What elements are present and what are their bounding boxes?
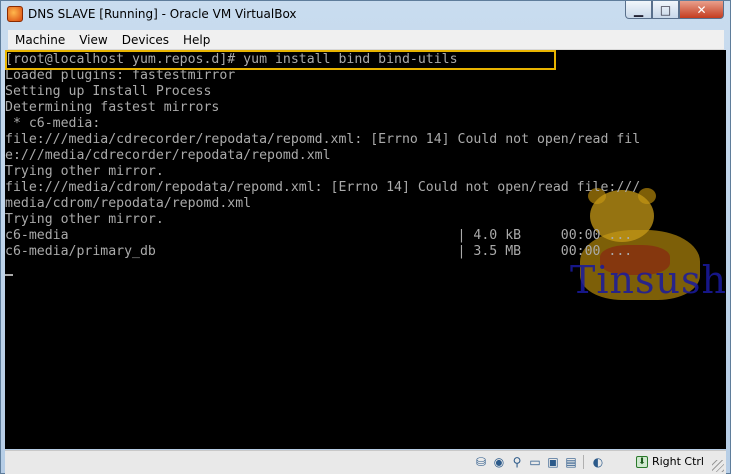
bear-ear-shape bbox=[638, 188, 656, 204]
console-line: media/cdrom/repodata/repomd.xml bbox=[5, 196, 252, 211]
console-line: Determining fastest mirrors bbox=[5, 100, 220, 115]
close-button[interactable]: ✕ bbox=[679, 1, 724, 19]
console-line: c6-media/primary_db | 3.5 MB 00:00 ... bbox=[5, 244, 633, 259]
virtualbox-icon bbox=[7, 6, 23, 22]
console-line: Trying other mirror. bbox=[5, 212, 164, 227]
menu-bar: Machine View Devices Help bbox=[8, 30, 724, 50]
console-line-command: [root@localhost yum.repos.d]# yum instal… bbox=[5, 52, 458, 67]
vm-console-screen[interactable]: Tinsush [root@localhost yum.repos.d]# yu… bbox=[5, 50, 726, 449]
window-controls: ▁ □ ✕ bbox=[625, 1, 724, 21]
hard-disk-icon[interactable]: ⛁ bbox=[473, 454, 489, 470]
host-key-indicator: ⬇ Right Ctrl bbox=[635, 455, 704, 468]
shared-folders-icon[interactable]: ▭ bbox=[527, 454, 543, 470]
console-output: [root@localhost yum.repos.d]# yum instal… bbox=[5, 50, 640, 276]
console-line: Loaded plugins: fastestmirror bbox=[5, 68, 236, 83]
console-cursor-line bbox=[5, 260, 640, 276]
menu-machine[interactable]: Machine bbox=[8, 33, 72, 47]
virtualbox-window: DNS SLAVE [Running] - Oracle VM VirtualB… bbox=[0, 0, 731, 474]
text-cursor bbox=[5, 274, 13, 276]
console-line: file:///media/cdrecorder/repodata/repomd… bbox=[5, 132, 641, 147]
menu-devices[interactable]: Devices bbox=[115, 33, 176, 47]
console-line: Trying other mirror. bbox=[5, 164, 164, 179]
console-line: Setting up Install Process bbox=[5, 84, 212, 99]
display-icon[interactable]: ▣ bbox=[545, 454, 561, 470]
maximize-button[interactable]: □ bbox=[652, 1, 679, 19]
console-line: * c6-media: bbox=[5, 116, 101, 131]
optical-drive-icon[interactable]: ◉ bbox=[491, 454, 507, 470]
arrow-down-icon: ⬇ bbox=[635, 455, 648, 468]
menu-view[interactable]: View bbox=[72, 33, 114, 47]
console-line: file:///media/cdrom/repodata/repomd.xml:… bbox=[5, 180, 641, 195]
usb-icon[interactable]: ⚲ bbox=[509, 454, 525, 470]
mouse-integration-icon[interactable]: ◐ bbox=[590, 454, 606, 470]
title-bar[interactable]: DNS SLAVE [Running] - Oracle VM VirtualB… bbox=[1, 1, 730, 29]
console-line: e:///media/cdrecorder/repodata/repomd.xm… bbox=[5, 148, 331, 163]
resize-grip[interactable] bbox=[712, 460, 724, 472]
console-line: c6-media | 4.0 kB 00:00 ... bbox=[5, 228, 633, 243]
window-title: DNS SLAVE [Running] - Oracle VM VirtualB… bbox=[28, 7, 297, 21]
menu-help[interactable]: Help bbox=[176, 33, 217, 47]
minimize-button[interactable]: ▁ bbox=[625, 1, 652, 19]
video-capture-icon[interactable]: ▤ bbox=[563, 454, 579, 470]
status-bar: ⛁ ◉ ⚲ ▭ ▣ ▤ ◐ ⬇ Right Ctrl bbox=[5, 450, 726, 474]
status-separator bbox=[583, 455, 584, 469]
device-status-icons: ⛁ ◉ ⚲ ▭ ▣ ▤ ◐ bbox=[471, 454, 606, 470]
host-key-label: Right Ctrl bbox=[651, 455, 704, 468]
